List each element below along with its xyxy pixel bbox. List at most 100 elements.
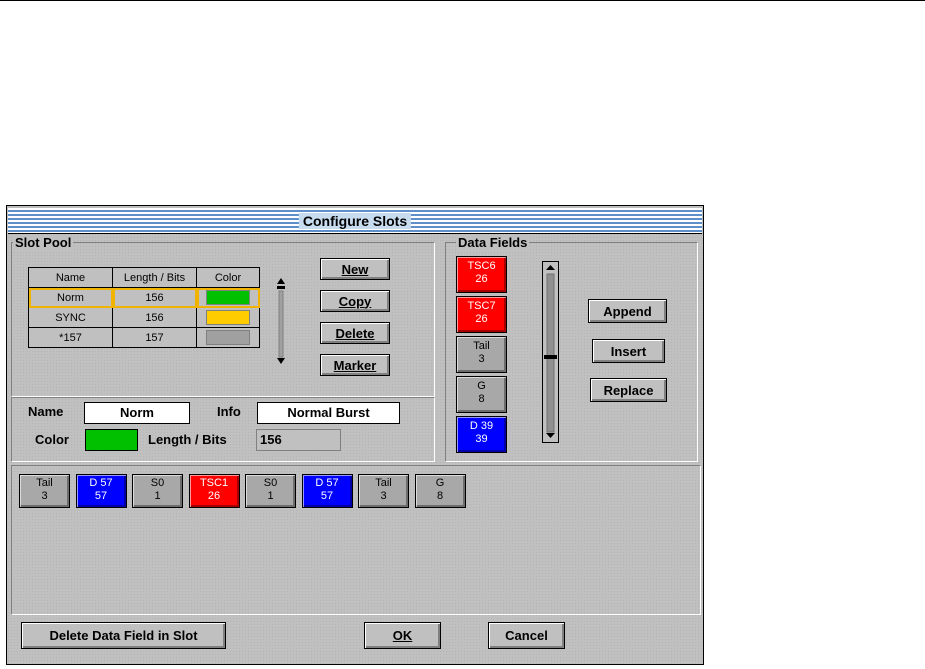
delete-data-field-label: Delete Data Field in Slot bbox=[49, 628, 198, 643]
slot-field-chip[interactable]: TSC1 26 bbox=[188, 474, 240, 508]
slot-field-chip[interactable]: S0 1 bbox=[132, 474, 183, 508]
delete-data-field-button[interactable]: Delete Data Field in Slot bbox=[21, 622, 226, 649]
row-name: *157 bbox=[28, 327, 113, 348]
cancel-label: Cancel bbox=[505, 628, 548, 643]
col-name-header: Name bbox=[28, 267, 113, 288]
scroll-up-icon bbox=[277, 278, 285, 284]
color-picker[interactable] bbox=[85, 429, 138, 451]
row-color bbox=[196, 327, 260, 348]
row-length: 156 bbox=[112, 307, 197, 328]
color-swatch bbox=[206, 330, 250, 345]
color-swatch bbox=[206, 290, 250, 305]
copy-button[interactable]: Copy bbox=[320, 290, 390, 312]
slot-field-bits: 57 bbox=[94, 490, 108, 502]
slot-field-bits: 3 bbox=[41, 490, 48, 502]
slot-field-chip[interactable]: Tail 3 bbox=[358, 474, 409, 508]
scrollbar-graphic bbox=[544, 265, 557, 438]
slot-field-chip[interactable]: Tail 3 bbox=[19, 474, 70, 508]
title-bar[interactable]: Configure Slots bbox=[8, 208, 702, 234]
scroll-up-icon bbox=[546, 265, 555, 270]
name-field[interactable]: Norm bbox=[84, 402, 190, 424]
color-label: Color bbox=[35, 432, 69, 447]
data-field-item[interactable]: TSC6 26 bbox=[456, 256, 507, 293]
info-label: Info bbox=[217, 404, 241, 419]
data-field-name: Tail bbox=[473, 340, 490, 352]
ok-button[interactable]: OK bbox=[364, 622, 441, 649]
scroll-down-icon bbox=[546, 433, 555, 438]
slot-field-name: G bbox=[435, 477, 445, 489]
scroll-down-icon bbox=[277, 358, 285, 364]
length-label: Length / Bits bbox=[148, 432, 227, 447]
slot-field-bits: 8 bbox=[436, 490, 444, 502]
dialog-title: Configure Slots bbox=[298, 213, 412, 229]
slot-field-bits: 1 bbox=[267, 490, 274, 502]
slot-field-name: S0 bbox=[263, 477, 278, 489]
data-field-bits: 26 bbox=[475, 273, 488, 285]
col-color-header: Color bbox=[196, 267, 260, 288]
slot-field-name: Tail bbox=[36, 477, 53, 489]
col-length-header: Length / Bits bbox=[112, 267, 197, 288]
table-row[interactable]: *157 157 bbox=[28, 327, 260, 348]
data-field-name: TSC6 bbox=[467, 260, 496, 272]
insert-button[interactable]: Insert bbox=[592, 339, 665, 363]
cancel-button[interactable]: Cancel bbox=[488, 622, 565, 649]
data-field-item[interactable]: G8 bbox=[456, 376, 507, 413]
slot-pool-scrollbar[interactable] bbox=[274, 276, 288, 366]
row-name: SYNC bbox=[28, 307, 113, 328]
data-field-name: G bbox=[477, 380, 486, 392]
table-row[interactable]: SYNC 156 bbox=[28, 307, 260, 328]
new-button[interactable]: New bbox=[320, 258, 390, 280]
slot-field-bits: 3 bbox=[380, 490, 387, 502]
data-field-item[interactable]: TSC7 26 bbox=[456, 296, 507, 333]
data-field-bits: 26 bbox=[475, 313, 488, 325]
slot-field-name: D 57 bbox=[89, 477, 113, 489]
new-button-label: New bbox=[341, 261, 369, 277]
slot-field-name: TSC1 bbox=[199, 477, 229, 489]
delete-button-label: Delete bbox=[335, 325, 375, 341]
info-field[interactable]: Normal Burst bbox=[257, 402, 400, 424]
row-color bbox=[196, 287, 260, 308]
copy-button-label: Copy bbox=[338, 293, 372, 309]
data-field-name: TSC7 bbox=[467, 300, 496, 312]
row-length: 157 bbox=[112, 327, 197, 348]
scrollbar-graphic bbox=[277, 278, 285, 364]
marker-button[interactable]: Marker bbox=[320, 354, 390, 376]
name-label: Name bbox=[28, 404, 64, 419]
append-button[interactable]: Append bbox=[588, 299, 667, 323]
scroll-track bbox=[278, 290, 284, 358]
insert-button-label: Insert bbox=[610, 343, 647, 359]
ok-label: OK bbox=[392, 628, 413, 643]
delete-button[interactable]: Delete bbox=[320, 322, 390, 344]
data-field-name: D 39 bbox=[469, 420, 494, 432]
data-field-bits: 8 bbox=[478, 393, 485, 405]
slot-pool-title: Slot Pool bbox=[13, 235, 74, 250]
data-field-bits: 3 bbox=[478, 353, 485, 365]
slot-field-bits: 57 bbox=[320, 490, 334, 502]
row-color bbox=[196, 307, 260, 328]
table-row[interactable]: Norm 156 bbox=[28, 287, 260, 308]
color-swatch bbox=[206, 310, 250, 325]
slot-field-name: S0 bbox=[150, 477, 165, 489]
top-rule bbox=[0, 0, 925, 1]
slot-pool-table[interactable]: Name Length / Bits Color Norm 156 SYNC 1… bbox=[28, 267, 260, 348]
row-name: Norm bbox=[28, 287, 113, 308]
slot-field-bits: 1 bbox=[154, 490, 161, 502]
scroll-thumb-icon bbox=[544, 355, 557, 359]
slot-field-chip[interactable]: G8 bbox=[414, 474, 466, 508]
slot-field-chip[interactable]: D 57 57 bbox=[301, 474, 353, 508]
slot-field-chip[interactable]: D 57 57 bbox=[75, 474, 127, 508]
configure-slots-dialog: Configure Slots Slot Pool Name Length / … bbox=[6, 205, 704, 665]
scroll-track bbox=[546, 273, 555, 433]
data-field-item[interactable]: D 39 39 bbox=[456, 416, 507, 453]
replace-button-label: Replace bbox=[603, 382, 654, 398]
slot-field-name: Tail bbox=[375, 477, 392, 489]
data-fields-title: Data Fields bbox=[456, 235, 530, 250]
data-field-item[interactable]: Tail 3 bbox=[456, 336, 507, 373]
scroll-thumb-icon bbox=[277, 286, 285, 289]
data-fields-scrollbar[interactable] bbox=[542, 261, 559, 443]
append-button-label: Append bbox=[603, 303, 652, 319]
replace-button[interactable]: Replace bbox=[590, 378, 667, 402]
row-length: 156 bbox=[112, 287, 197, 308]
slot-field-chip[interactable]: S0 1 bbox=[245, 474, 296, 508]
data-field-bits: 39 bbox=[475, 433, 488, 445]
